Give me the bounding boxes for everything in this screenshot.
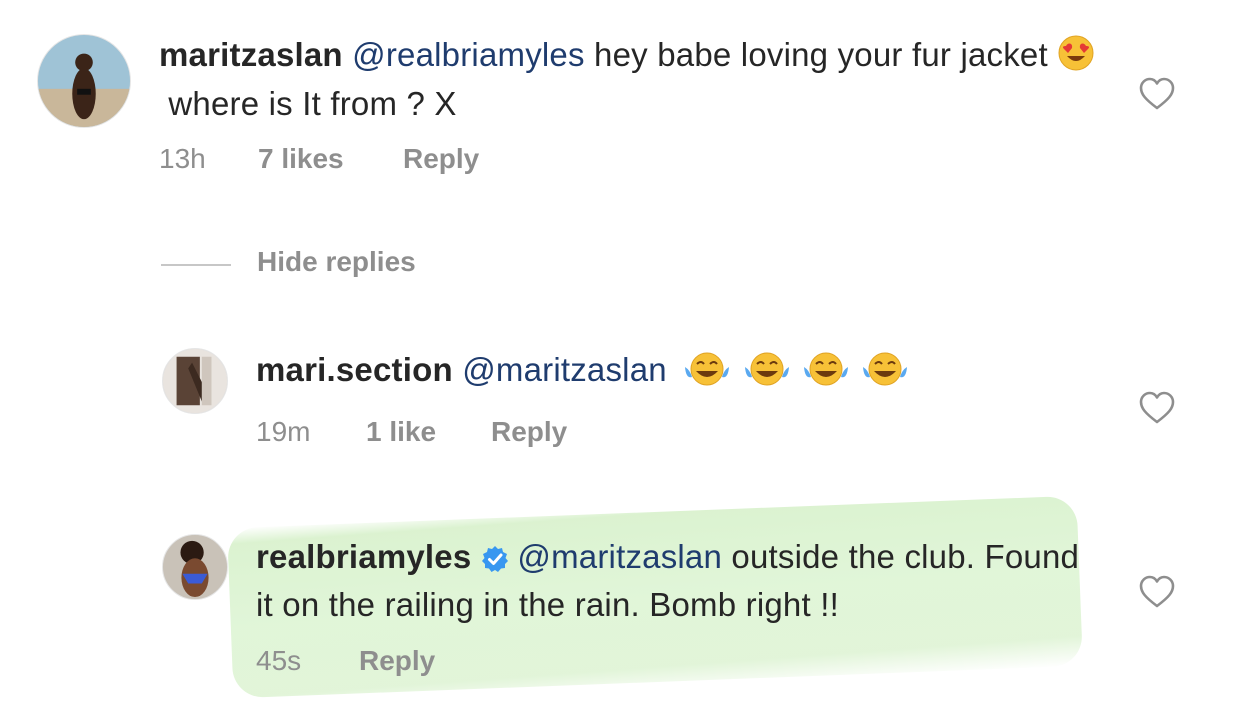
comment-mention[interactable]: @realbriamyles [352, 36, 585, 73]
hide-replies-divider [161, 264, 231, 266]
avatar-photo [38, 35, 130, 127]
verified-badge-icon [481, 540, 509, 583]
reply-button[interactable]: Reply [491, 416, 567, 448]
heart-icon[interactable] [1139, 391, 1175, 425]
avatar[interactable] [37, 34, 131, 128]
tears-of-joy-emoji-icon [682, 349, 732, 397]
avatar[interactable] [162, 534, 228, 600]
reply-mention[interactable]: @maritzaslan [462, 351, 667, 388]
reply-button[interactable]: Reply [359, 645, 435, 677]
comment-text: hey babe loving your fur jacket [584, 36, 1058, 73]
tears-of-joy-emojis [682, 351, 910, 388]
comment-username[interactable]: maritzaslan [159, 36, 343, 73]
reply-mention[interactable]: @maritzaslan [517, 538, 722, 575]
reply-username[interactable]: mari.section [256, 351, 453, 388]
likes-count[interactable]: 1 like [366, 416, 436, 448]
reply-button[interactable]: Reply [403, 143, 479, 175]
avatar[interactable] [162, 348, 228, 414]
comment-time: 13h [159, 143, 206, 174]
hide-replies-button[interactable]: Hide replies [257, 246, 416, 278]
reply-time: 19m [256, 416, 311, 447]
comment-text-2: where is It from ? X [168, 85, 457, 122]
heart-eyes-emoji-icon [1057, 34, 1095, 82]
tears-of-joy-emoji-icon [742, 349, 792, 397]
avatar-photo [163, 349, 227, 413]
reply-time: 45s [256, 645, 302, 676]
tears-of-joy-emoji-icon [801, 349, 851, 397]
heart-icon[interactable] [1139, 575, 1175, 609]
reply-username[interactable]: realbriamyles [256, 538, 471, 575]
avatar-photo [163, 535, 227, 599]
tears-of-joy-emoji-icon [860, 349, 910, 397]
heart-icon[interactable] [1139, 77, 1175, 111]
likes-count[interactable]: 7 likes [258, 143, 344, 175]
